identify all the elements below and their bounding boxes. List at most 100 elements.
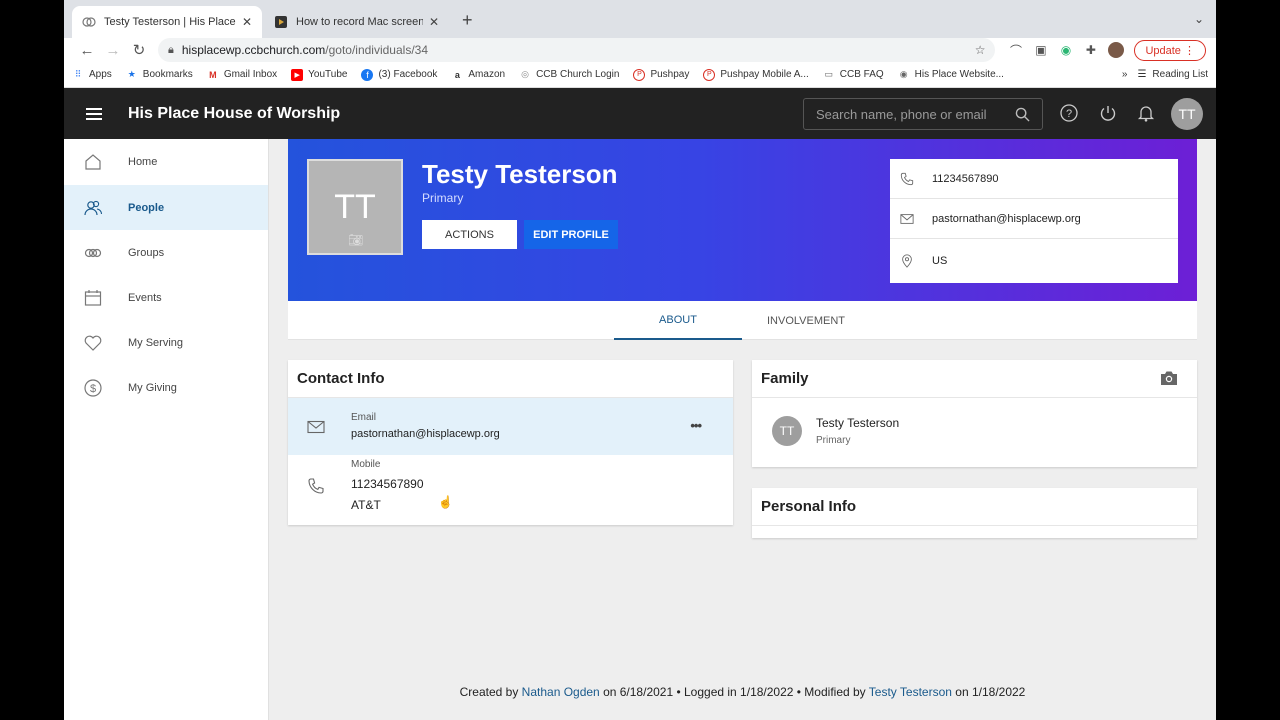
bookmark-gmail[interactable]: M Gmail Inbox <box>207 69 277 81</box>
svg-text:?: ? <box>1066 108 1072 120</box>
reload-icon[interactable]: ↻ <box>126 41 152 59</box>
email-label: Email <box>351 412 377 423</box>
search-icon[interactable] <box>1015 107 1030 122</box>
profile-photo[interactable]: TT 📷︎ <box>307 159 403 255</box>
mobile-row[interactable]: Mobile 11234567890 AT&T <box>288 455 733 519</box>
mobile-label: Mobile <box>351 459 381 470</box>
modified-by-link[interactable]: Testy Testerson <box>869 685 952 699</box>
sidebar-item-my-serving[interactable]: My Serving <box>64 320 268 365</box>
search-box <box>803 98 1043 130</box>
browser-tab[interactable]: How to record Mac screen with ✕ <box>264 6 449 38</box>
actions-button[interactable]: ACTIONS <box>422 220 517 249</box>
main-content: TT 📷︎ Testy Testerson Primary ACTIONS ED… <box>269 139 1216 720</box>
bookmark-label: Apps <box>89 69 112 80</box>
contact-location-row[interactable]: US <box>890 239 1178 283</box>
help-icon[interactable]: ? <box>1060 104 1078 122</box>
edit-profile-button[interactable]: EDIT PROFILE <box>524 220 618 249</box>
extension-icon[interactable]: ◉ <box>1053 43 1078 57</box>
extension-icon[interactable]: ▣ <box>1028 43 1053 57</box>
close-tab-icon[interactable]: ✕ <box>429 15 439 29</box>
bookmark-star-icon[interactable]: ☆ <box>975 43 986 57</box>
home-icon <box>85 154 101 170</box>
heart-icon <box>84 335 102 351</box>
video-favicon-icon <box>275 16 287 28</box>
address-bar[interactable]: 🔒︎ hisplacewp.ccbchurch.com/goto/individ… <box>158 38 996 62</box>
browser-tab-active[interactable]: Testy Testerson | His Place Hou ✕ <box>72 6 262 38</box>
bookmark-ccb-faq[interactable]: ▭ CCB FAQ <box>823 69 884 81</box>
user-avatar[interactable]: TT <box>1171 98 1203 130</box>
profile-banner: TT 📷︎ Testy Testerson Primary ACTIONS ED… <box>288 139 1197 301</box>
sidebar-item-label: People <box>128 201 165 214</box>
close-tab-icon[interactable]: ✕ <box>242 15 252 29</box>
mobile-value: 11234567890 <box>351 477 424 491</box>
extensions-puzzle-icon[interactable]: ✚ <box>1078 43 1103 57</box>
back-icon[interactable]: ← <box>74 42 100 59</box>
created-by-link[interactable]: Nathan Ogden <box>522 685 600 699</box>
sidebar-item-groups[interactable]: Groups <box>64 230 268 275</box>
extension-icon[interactable]: ⌒ <box>1003 42 1028 59</box>
sidebar-item-label: My Serving <box>128 336 184 349</box>
sidebar-item-home[interactable]: Home <box>64 139 268 185</box>
power-icon[interactable] <box>1099 104 1117 122</box>
family-member[interactable]: TT Testy Testerson Primary <box>752 398 1197 446</box>
bookmark-label: YouTube <box>308 69 348 80</box>
profile-initials: TT <box>334 187 376 226</box>
more-options-icon[interactable]: ••• <box>690 418 702 433</box>
lock-icon[interactable]: 🔒︎ <box>168 44 174 57</box>
contact-summary-card: 11234567890 pastornathan@hisplacewp.org … <box>890 159 1178 283</box>
family-member-name: Testy Testerson <box>816 416 900 430</box>
bookmark-ccb-login[interactable]: ◎ CCB Church Login <box>519 69 619 81</box>
camera-icon: 📷︎ <box>348 233 364 247</box>
update-button[interactable]: Update ⋮ <box>1134 39 1206 61</box>
footer-created-on: on 6/18/2021 • Logged in 1/18/2022 • Mod… <box>599 685 869 699</box>
contact-info-title: Contact Info <box>288 360 733 398</box>
tab-about[interactable]: ABOUT <box>614 301 742 340</box>
svg-text:$: $ <box>90 383 96 395</box>
bookmark-bookmarks[interactable]: ★ Bookmarks <box>126 69 193 81</box>
sidebar-item-label: Groups <box>128 246 165 259</box>
contact-email-row[interactable]: pastornathan@hisplacewp.org <box>890 199 1178 239</box>
url-path: /goto/individuals/34 <box>325 43 429 57</box>
mobile-carrier: AT&T <box>351 498 381 512</box>
pushpay-icon: P <box>633 68 646 81</box>
bell-icon[interactable] <box>1137 104 1155 122</box>
new-tab-button[interactable]: + <box>462 10 473 31</box>
bookmark-website[interactable]: ◉ His Place Website... <box>898 69 1004 81</box>
bookmark-apps[interactable]: ⠿ Apps <box>72 69 112 81</box>
tab-search-icon[interactable]: ⌄ <box>1194 12 1204 26</box>
tab-involvement[interactable]: INVOLVEMENT <box>742 301 870 340</box>
bookmark-pushpay[interactable]: P Pushpay <box>633 68 689 81</box>
profile-avatar[interactable] <box>1103 42 1128 58</box>
bookmark-amazon[interactable]: a Amazon <box>451 69 505 81</box>
bookmarks-more-button[interactable]: » <box>1122 69 1128 80</box>
sidebar-item-people[interactable]: People <box>64 185 268 230</box>
email-row[interactable]: Email pastornathan@hisplacewp.org ••• <box>288 398 733 455</box>
folder-icon: ▭ <box>824 69 834 79</box>
calendar-icon <box>84 289 102 306</box>
pushpay-icon: P <box>703 68 716 81</box>
email-icon <box>900 213 914 224</box>
app-header: His Place House of Worship ? TT <box>64 88 1216 139</box>
bookmark-youtube[interactable]: ▶ YouTube <box>291 68 348 81</box>
bookmark-pushpay-mobile[interactable]: P Pushpay Mobile A... <box>703 68 809 81</box>
sidebar-item-my-giving[interactable]: $ My Giving <box>64 365 268 410</box>
family-member-avatar: TT <box>772 416 802 446</box>
sidebar-item-events[interactable]: Events <box>64 275 268 320</box>
menu-icon[interactable] <box>86 105 102 123</box>
bookmark-label: Bookmarks <box>142 69 193 80</box>
contact-phone-row[interactable]: 11234567890 <box>890 159 1178 199</box>
reading-list-button[interactable]: ☰ Reading List <box>1137 69 1208 80</box>
url-host: hisplacewp.ccbchurch.com <box>181 43 326 57</box>
forward-icon[interactable]: → <box>100 42 126 59</box>
search-input[interactable] <box>816 106 1015 122</box>
sidebar: Home People Groups Events My Serving $ M… <box>64 139 269 720</box>
camera-icon[interactable] <box>1160 370 1178 386</box>
contact-location: US <box>932 255 948 267</box>
sidebar-item-label: Home <box>128 156 158 168</box>
bookmark-label: CCB FAQ <box>839 69 884 80</box>
bookmark-label: CCB Church Login <box>536 69 620 80</box>
family-member-role: Primary <box>816 435 851 446</box>
hand-cursor-icon: ☝ <box>438 495 453 509</box>
bookmark-label: His Place Website... <box>914 69 1004 80</box>
bookmark-facebook[interactable]: f (3) Facebook <box>361 68 437 81</box>
